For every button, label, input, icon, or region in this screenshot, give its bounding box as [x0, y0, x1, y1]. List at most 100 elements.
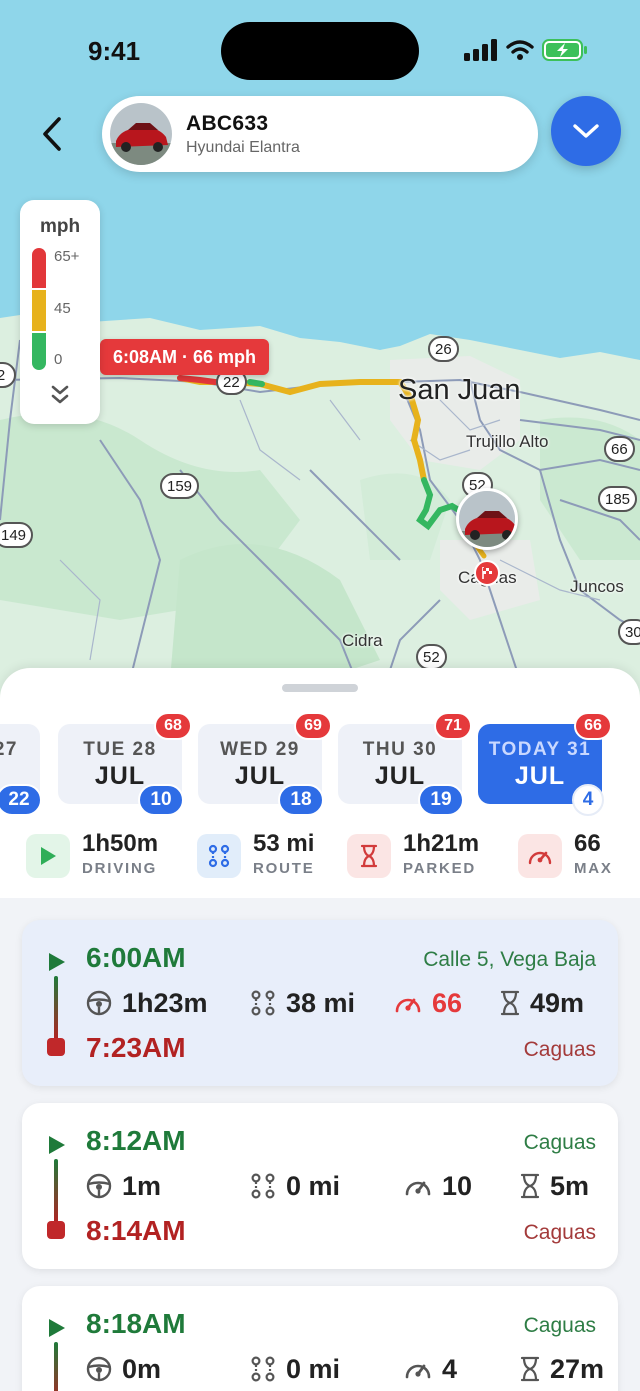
- city-label-cidra: Cidra: [342, 631, 383, 650]
- hourglass-icon: [520, 1173, 540, 1199]
- route-icon: [251, 1173, 275, 1199]
- trip-count-badge: 22: [0, 784, 42, 816]
- legend-tick: 65+: [54, 248, 80, 265]
- trip-start-time: 6:00AM: [86, 942, 186, 973]
- trip-card[interactable]: 8:12AM 8:14AM Caguas Caguas 1m 0 mi 10 5…: [22, 1103, 618, 1269]
- trip-distance: 38 mi: [250, 986, 355, 1020]
- day-card[interactable]: TUE 28 JUL 68 10: [58, 712, 192, 816]
- day-card[interactable]: 27 22: [0, 724, 42, 816]
- route-trace-red: [177, 375, 218, 385]
- hourglass-icon: [347, 834, 391, 878]
- wifi-icon: [506, 40, 534, 60]
- trip-card[interactable]: 6:00AM 7:23AM Calle 5, Vega Baja Caguas …: [22, 920, 618, 1086]
- trip-start-time: 8:12AM: [86, 1125, 186, 1156]
- trip-list[interactable]: 6:00AM 7:23AM Calle 5, Vega Baja Caguas …: [0, 898, 640, 1391]
- trip-start-icon: [49, 1136, 65, 1154]
- status-time: 9:41: [88, 36, 141, 66]
- stat-value: 1h21m: [403, 830, 480, 857]
- day-selector: 27 22 TUE 28 JUL 68 10 WED 29 JUL 69 18 …: [0, 712, 640, 824]
- trip-start-icon: [49, 1319, 65, 1337]
- back-button[interactable]: [32, 108, 72, 160]
- vehicle-plate: ABC633: [186, 111, 269, 135]
- steering-wheel-icon: [86, 1173, 112, 1199]
- legend-unit: mph: [39, 216, 81, 237]
- speed-legend[interactable]: mph 65+ 45 0: [20, 200, 100, 424]
- speedometer-icon: [395, 998, 421, 1013]
- trip-distance: 0 mi: [250, 1352, 340, 1386]
- trip-start-time: 8:18AM: [86, 1308, 186, 1339]
- vehicle-selector[interactable]: ABC633 Hyundai Elantra: [102, 96, 538, 172]
- max-speed-badge: 68: [154, 712, 192, 740]
- city-label-san-juan: San Juan: [398, 374, 521, 406]
- day-label: TUE 28: [83, 739, 157, 760]
- trip-distance: 0 mi: [250, 1169, 340, 1203]
- trip-end-flag-icon[interactable]: [474, 560, 500, 586]
- route-shield: 185: [598, 486, 638, 512]
- stat-label: MAX: [574, 860, 613, 877]
- route-icon: [251, 990, 275, 1016]
- trip-card[interactable]: 8:18AM Caguas 0m 0 mi 4 27m: [22, 1286, 618, 1391]
- trip-parked: 5m: [520, 1169, 589, 1203]
- day-label: THU 30: [362, 739, 438, 760]
- trip-count-badge: 10: [138, 784, 184, 816]
- trip-start-icon: [49, 953, 65, 971]
- trip-max-speed: 4: [404, 1352, 457, 1386]
- chevron-left-icon: [43, 117, 61, 151]
- steering-wheel-icon: [86, 1356, 112, 1382]
- trip-duration: 0m: [86, 1352, 161, 1386]
- trip-count-badge: 19: [418, 784, 464, 816]
- legend-color-bar: [32, 248, 46, 370]
- vehicle-dropdown-button[interactable]: [551, 96, 621, 166]
- speed-callout[interactable]: 6:08AM · 66 mph: [100, 339, 270, 375]
- trip-duration: 1m: [86, 1169, 161, 1203]
- max-speed-badge: 69: [294, 712, 332, 740]
- city-label-trujillo-alto: Trujillo Alto: [466, 432, 549, 451]
- stat-value: 1h50m: [82, 830, 159, 857]
- sheet-grabber[interactable]: [282, 684, 358, 692]
- trip-duration: 1h23m: [86, 986, 208, 1020]
- trip-start-location: Calle 5, Vega Baja: [423, 948, 596, 971]
- status-icons: [464, 38, 588, 62]
- speedometer-icon: [405, 1181, 431, 1196]
- route-shield: 30: [618, 619, 640, 645]
- dynamic-island: [221, 22, 419, 80]
- legend-tick: 45: [54, 300, 71, 317]
- vehicle-model: Hyundai Elantra: [186, 138, 300, 156]
- trip-max-speed: 10: [404, 1169, 472, 1203]
- max-speed-badge: 66: [574, 712, 612, 740]
- trip-end-time: 8:14AM: [86, 1215, 186, 1246]
- trip-count-badge: 4: [572, 784, 604, 816]
- day-card[interactable]: THU 30 JUL 71 19: [338, 712, 472, 816]
- trip-end-icon: [47, 1221, 65, 1239]
- trip-timeline: [54, 976, 58, 1040]
- city-label-juncos: Juncos: [570, 577, 624, 596]
- route-shield: 66: [604, 436, 635, 462]
- vehicle-location-marker[interactable]: [456, 488, 518, 550]
- trip-end-time: 7:23AM: [86, 1032, 186, 1063]
- hourglass-icon: [500, 990, 520, 1016]
- bottom-sheet: 27 22 TUE 28 JUL 68 10 WED 29 JUL 69 18 …: [0, 668, 640, 1391]
- status-bar: 9:41: [0, 0, 640, 100]
- max-speed-badge: 71: [434, 712, 472, 740]
- day-card-today[interactable]: TODAY 31 JUL 66 4: [478, 712, 612, 816]
- day-card[interactable]: WED 29 JUL 69 18: [198, 712, 332, 816]
- speedometer-icon: [518, 834, 562, 878]
- chevron-down-icon: [573, 124, 599, 138]
- route-shield: 149: [0, 522, 34, 548]
- route-icon: [197, 834, 241, 878]
- trip-timeline: [54, 1159, 58, 1223]
- stat-label: PARKED: [403, 860, 477, 877]
- car-photo-icon: [110, 103, 172, 165]
- day-label: WED 29: [220, 739, 300, 760]
- day-label: 27: [0, 739, 18, 760]
- daily-stats: 1h50m DRIVING 53 mi ROUTE 1h21m PARKED 6…: [0, 830, 640, 886]
- chevron-double-down-icon[interactable]: [49, 384, 71, 406]
- battery-charging-icon: [542, 39, 587, 61]
- route-icon: [251, 1356, 275, 1382]
- day-label: TODAY 31: [488, 739, 592, 760]
- vehicle-avatar: [110, 103, 172, 165]
- trip-parked: 49m: [500, 986, 584, 1020]
- play-icon: [26, 834, 70, 878]
- cellular-signal-icon: [464, 39, 497, 61]
- trip-count-badge: 18: [278, 784, 324, 816]
